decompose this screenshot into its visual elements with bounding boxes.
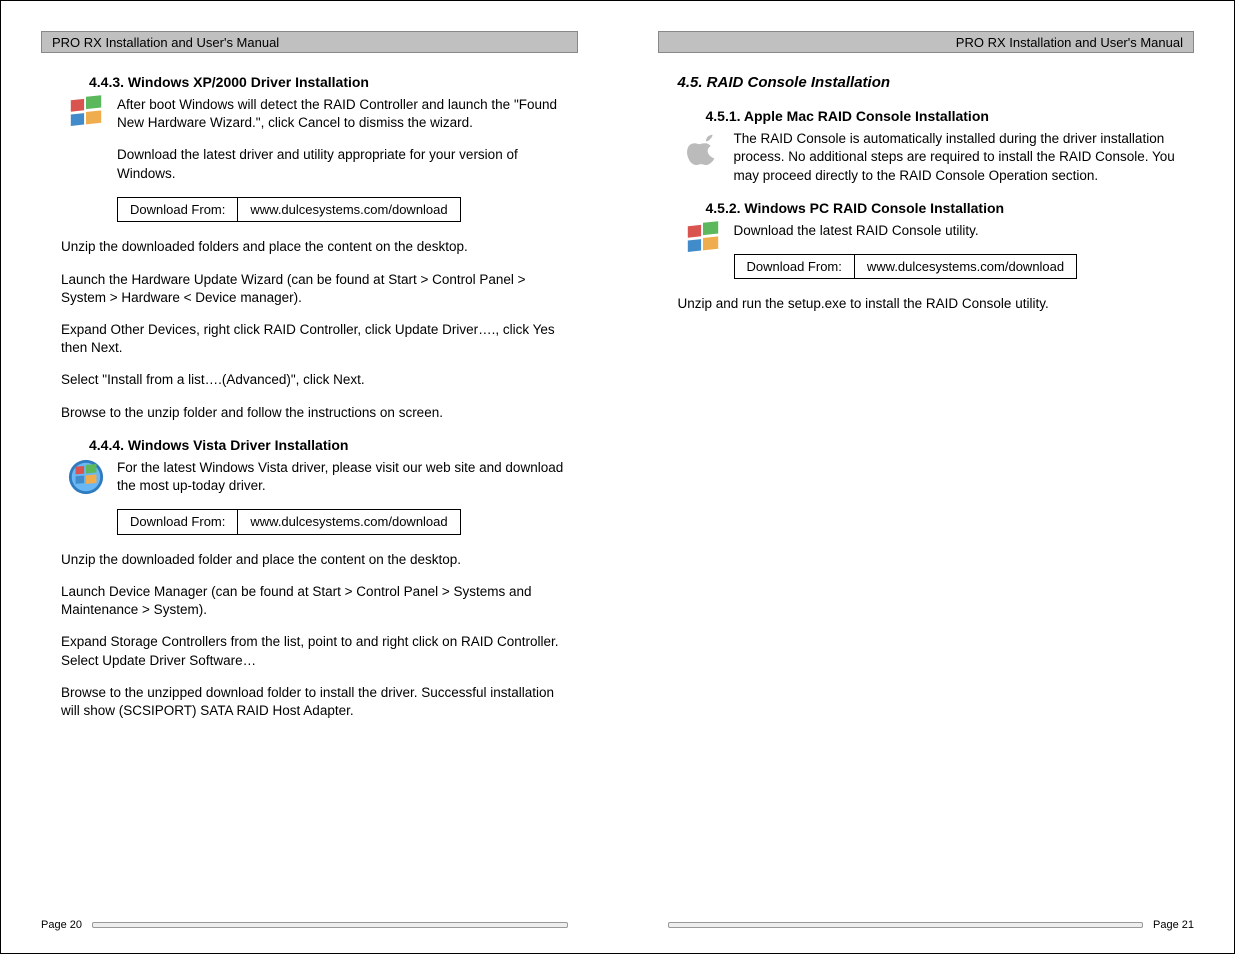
footer-right: Page 21: [658, 919, 1195, 931]
header-title-left: PRO RX Installation and User's Manual: [41, 31, 578, 53]
page-number: Page 21: [1153, 919, 1194, 931]
download-table: Download From: www.dulcesystems.com/down…: [734, 254, 1078, 280]
body-text: Download the latest RAID Console utility…: [734, 222, 1185, 240]
page-left: PRO RX Installation and User's Manual 4.…: [1, 1, 618, 953]
body-text: Unzip the downloaded folder and place th…: [61, 551, 568, 569]
body-text: Browse to the unzipped download folder t…: [61, 684, 568, 720]
footer-left: Page 20: [41, 919, 578, 931]
page-number: Page 20: [41, 919, 82, 931]
body-text: The RAID Console is automatically instal…: [734, 130, 1185, 185]
body-text: Unzip the downloaded folders and place t…: [61, 238, 568, 256]
download-label: Download From:: [734, 254, 854, 279]
download-url: www.dulcesystems.com/download: [238, 197, 460, 222]
windows-xp-icon: [67, 95, 105, 133]
page-right: PRO RX Installation and User's Manual 4.…: [618, 1, 1235, 953]
heading-45: 4.5. RAID Console Installation: [678, 73, 1185, 93]
footer-bar: [668, 922, 1144, 928]
download-table: Download From: www.dulcesystems.com/down…: [117, 197, 461, 223]
content-left: 4.4.3. Windows XP/2000 Driver Installati…: [41, 73, 578, 720]
heading-443: 4.4.3. Windows XP/2000 Driver Installati…: [89, 73, 568, 92]
apple-mac-icon: [684, 129, 722, 167]
body-text: Unzip and run the setup.exe to install t…: [678, 295, 1185, 313]
download-label: Download From:: [118, 197, 238, 222]
body-text: Select "Install from a list….(Advanced)"…: [61, 371, 568, 389]
body-text: After boot Windows will detect the RAID …: [117, 96, 568, 132]
footer-bar: [92, 922, 568, 928]
body-text: Expand Storage Controllers from the list…: [61, 633, 568, 669]
windows-xp-icon: [684, 221, 722, 259]
download-label: Download From:: [118, 510, 238, 535]
header-title-right: PRO RX Installation and User's Manual: [658, 31, 1195, 53]
download-url: www.dulcesystems.com/download: [238, 510, 460, 535]
content-right: 4.5. RAID Console Installation 4.5.1. Ap…: [658, 73, 1195, 314]
body-text: For the latest Windows Vista driver, ple…: [117, 459, 568, 495]
heading-444: 4.4.4. Windows Vista Driver Installation: [89, 436, 568, 455]
download-table: Download From: www.dulcesystems.com/down…: [117, 509, 461, 535]
heading-452: 4.5.2. Windows PC RAID Console Installat…: [706, 199, 1185, 218]
body-text: Launch Device Manager (can be found at S…: [61, 583, 568, 619]
download-url: www.dulcesystems.com/download: [854, 254, 1076, 279]
body-text: Download the latest driver and utility a…: [117, 146, 568, 182]
body-text: Browse to the unzip folder and follow th…: [61, 404, 568, 422]
body-text: Launch the Hardware Update Wizard (can b…: [61, 271, 568, 307]
body-text: Expand Other Devices, right click RAID C…: [61, 321, 568, 357]
windows-vista-icon: [67, 458, 105, 496]
heading-451: 4.5.1. Apple Mac RAID Console Installati…: [706, 107, 1185, 126]
